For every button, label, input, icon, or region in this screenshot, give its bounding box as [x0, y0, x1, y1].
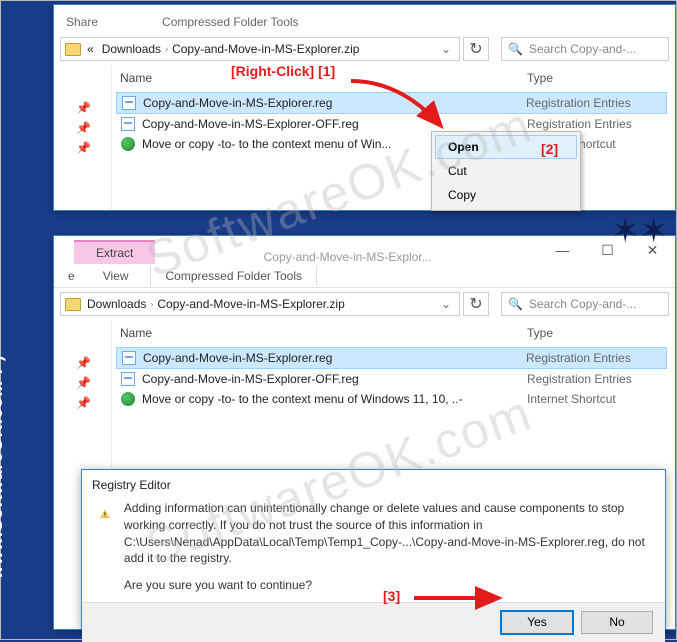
header-type[interactable]: Type: [527, 326, 667, 340]
yes-button[interactable]: Yes: [501, 611, 573, 634]
search-icon: 🔍: [508, 42, 523, 56]
dialog-message: Adding information can unintentionally c…: [124, 500, 653, 567]
pin-icon: 📌: [76, 141, 111, 155]
chevron-right-icon: ›: [165, 44, 168, 54]
chevron-down-icon[interactable]: ⌄: [437, 42, 455, 56]
pin-icon: 📌: [76, 101, 111, 115]
pin-icon: 📌: [76, 376, 111, 390]
minimize-button[interactable]: —: [540, 236, 585, 264]
ribbon-context-extract[interactable]: Extract: [74, 240, 155, 264]
folder-icon: [65, 43, 81, 56]
file-name: Copy-and-Move-in-MS-Explorer.reg: [143, 96, 526, 110]
no-button[interactable]: No: [581, 611, 653, 634]
annotation-three: [3]: [383, 588, 400, 604]
globe-icon: [120, 391, 136, 407]
ribbon-item[interactable]: e: [54, 269, 89, 283]
pin-icon: 📌: [76, 356, 111, 370]
ribbon-tab-folder-tools[interactable]: Compressed Folder Tools: [150, 11, 311, 33]
file-name: Copy-and-Move-in-MS-Explorer-OFF.reg: [142, 372, 527, 386]
chevron-right-icon: ›: [150, 299, 153, 309]
ctx-cut[interactable]: Cut: [435, 159, 577, 183]
breadcrumb-zip[interactable]: Copy-and-Move-in-MS-Explorer.zip: [157, 297, 344, 311]
header-name[interactable]: Name: [116, 326, 527, 340]
chevron-down-icon[interactable]: ⌄: [437, 297, 455, 311]
side-watermark: www.SoftwareOK.com :-): [0, 355, 7, 579]
pin-icon: 📌: [76, 396, 111, 410]
annotation-right-click: [Right-Click] [1]: [231, 63, 335, 79]
file-type: Registration Entries: [527, 372, 667, 386]
file-type: Registration Entries: [526, 96, 666, 110]
file-name: Move or copy -to- to the context menu of…: [142, 392, 527, 406]
search-placeholder: Search Copy-and-...: [529, 42, 636, 56]
folder-icon: [65, 298, 81, 311]
ribbon-item-tools[interactable]: Compressed Folder Tools: [150, 266, 317, 286]
file-type: Registration Entries: [526, 351, 666, 365]
pin-icon: 📌: [76, 121, 111, 135]
registry-dialog: Registry Editor Adding information can u…: [81, 469, 666, 629]
reg-icon: [121, 350, 137, 366]
ctx-copy[interactable]: Copy: [435, 183, 577, 207]
header-type[interactable]: Type: [527, 71, 667, 85]
file-row[interactable]: Copy-and-Move-in-MS-Explorer-OFF.reg Reg…: [116, 369, 667, 389]
arrow-annotation-3: [409, 586, 509, 610]
refresh-button[interactable]: ↻: [463, 292, 489, 316]
list-header: Name Type: [116, 320, 667, 347]
breadcrumb-zip[interactable]: Copy-and-Move-in-MS-Explorer.zip: [172, 42, 359, 56]
reg-icon: [120, 371, 136, 387]
ribbon-tab-share[interactable]: Share: [54, 11, 110, 33]
reg-icon: [120, 116, 136, 132]
file-name: Copy-and-Move-in-MS-Explorer-OFF.reg: [142, 117, 527, 131]
breadcrumb-downloads[interactable]: Downloads: [87, 297, 146, 311]
window-title: Copy-and-Move-in-MS-Explor...: [155, 250, 540, 264]
search-input[interactable]: 🔍 Search Copy-and-...: [501, 37, 669, 61]
address-bar: Downloads › Copy-and-Move-in-MS-Explorer…: [54, 288, 675, 320]
warning-icon: [100, 500, 110, 528]
file-type: Internet Shortcut: [527, 392, 667, 406]
search-icon: 🔍: [508, 297, 523, 311]
file-row[interactable]: Move or copy -to- to the context menu of…: [116, 389, 667, 409]
address-bar: « Downloads › Copy-and-Move-in-MS-Explor…: [54, 33, 675, 65]
breadcrumb[interactable]: « Downloads › Copy-and-Move-in-MS-Explor…: [60, 37, 460, 61]
ribbon-item-view[interactable]: View: [89, 269, 143, 283]
breadcrumb-downloads[interactable]: Downloads: [102, 42, 161, 56]
search-input[interactable]: 🔍 Search Copy-and-...: [501, 292, 669, 316]
annotation-two: [2]: [541, 141, 558, 157]
file-row[interactable]: Copy-and-Move-in-MS-Explorer.reg Registr…: [116, 347, 667, 369]
arrow-annotation-1: [341, 71, 461, 141]
file-name: Copy-and-Move-in-MS-Explorer.reg: [143, 351, 526, 365]
reg-icon: [121, 95, 137, 111]
dialog-title: Registry Editor: [82, 470, 665, 496]
refresh-button[interactable]: ↻: [463, 37, 489, 61]
decorative-figure: ✶✶: [611, 211, 668, 251]
context-menu: Open Cut Copy: [431, 131, 581, 211]
file-type: Registration Entries: [527, 117, 667, 131]
navigation-pane: 📌 📌 📌: [54, 65, 112, 210]
search-placeholder: Search Copy-and-...: [529, 297, 636, 311]
globe-icon: [120, 136, 136, 152]
breadcrumb-prefix: «: [87, 42, 94, 56]
breadcrumb[interactable]: Downloads › Copy-and-Move-in-MS-Explorer…: [60, 292, 460, 316]
